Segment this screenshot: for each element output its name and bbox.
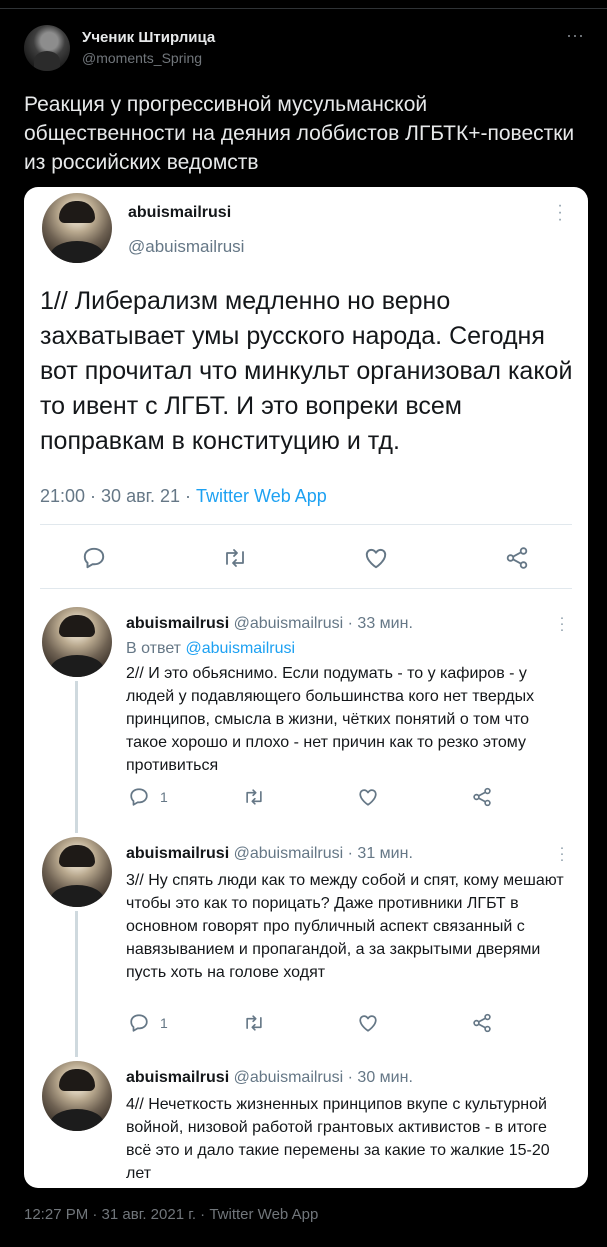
like-icon	[357, 785, 379, 809]
reply-text: 2// И это обьяснимо. Если подумать - то …	[126, 665, 535, 774]
share-icon	[471, 1011, 493, 1035]
divider	[0, 8, 607, 9]
reply-text: 4// Нечеткость жизненных принципов вкупе…	[126, 1096, 550, 1182]
like-icon	[357, 1011, 379, 1035]
reply-text: 3// Ну спять люди как то между собой и с…	[126, 872, 564, 981]
reply-header: abuismailrusi @abuismailrusi · 30 мин.	[126, 1069, 413, 1087]
quoted-author-handle: @abuismailrusi	[128, 237, 245, 256]
more-vertical-icon: · · ·	[559, 609, 565, 638]
in-reply-to: В ответ @abuismailrusi	[126, 640, 295, 658]
reply-icon: 1	[128, 1011, 168, 1035]
action-bar	[24, 543, 588, 573]
author-handle[interactable]: @moments_Spring	[82, 50, 202, 66]
avatar	[42, 837, 112, 907]
screenshot-image[interactable]: abuismailrusi @abuismailrusi · · · 1// Либ…	[24, 187, 588, 1188]
reply-header: abuismailrusi @abuismailrusi · 33 мин.	[126, 615, 413, 633]
retweet-icon	[242, 785, 266, 809]
in-reply-label: В ответ	[126, 640, 186, 657]
reply-count: 1	[160, 789, 168, 805]
reply-author-name: abuismailrusi	[126, 1069, 230, 1086]
author-avatar[interactable]	[24, 25, 70, 71]
share-icon	[471, 785, 493, 809]
more-vertical-icon: · · ·	[557, 197, 563, 228]
retweet-icon	[242, 1011, 266, 1035]
tweet-timestamp[interactable]: 12:27 PM · 31 авг. 2021 г. · Twitter Web…	[24, 1206, 318, 1223]
reply-meta: @abuismailrusi · 31 мин.	[229, 845, 413, 862]
thread-line	[75, 681, 78, 833]
tweet-text: Реакция у прогрессивной мусульманской об…	[24, 93, 575, 174]
like-icon	[363, 543, 389, 573]
quoted-tweet-text: 1// Либерализм медленно но верно захваты…	[40, 287, 573, 455]
reply-header: abuismailrusi @abuismailrusi · 31 мин.	[126, 845, 413, 863]
action-bar: 1	[24, 785, 588, 809]
avatar	[42, 193, 112, 263]
reply-icon	[81, 543, 107, 573]
more-icon[interactable]: ⋯	[566, 26, 585, 47]
share-icon	[504, 543, 530, 573]
author-name[interactable]: Ученик Штирлица	[82, 29, 215, 46]
reply-icon: 1	[128, 785, 168, 809]
reply-meta: @abuismailrusi · 30 мин.	[229, 1069, 413, 1086]
divider	[40, 524, 572, 525]
quoted-tweet-meta: 21:00 · 30 авг. 21 · Twitter Web App	[40, 486, 327, 507]
retweet-icon	[221, 543, 249, 573]
divider	[40, 588, 572, 589]
action-bar: 1	[24, 1011, 588, 1035]
reply-author-name: abuismailrusi	[126, 845, 230, 862]
more-vertical-icon: · · ·	[559, 839, 565, 868]
in-reply-handle: @abuismailrusi	[185, 640, 296, 657]
thread-line	[75, 911, 78, 1057]
quoted-time: 21:00 · 30 авг. 21 ·	[40, 486, 197, 506]
quoted-author-name: abuismailrusi	[128, 204, 232, 221]
reply-author-name: abuismailrusi	[126, 615, 230, 632]
reply-meta: @abuismailrusi · 33 мин.	[229, 615, 413, 632]
avatar	[42, 607, 112, 677]
avatar	[42, 1061, 112, 1131]
quoted-app: Twitter Web App	[196, 486, 327, 506]
reply-count: 1	[160, 1015, 168, 1031]
